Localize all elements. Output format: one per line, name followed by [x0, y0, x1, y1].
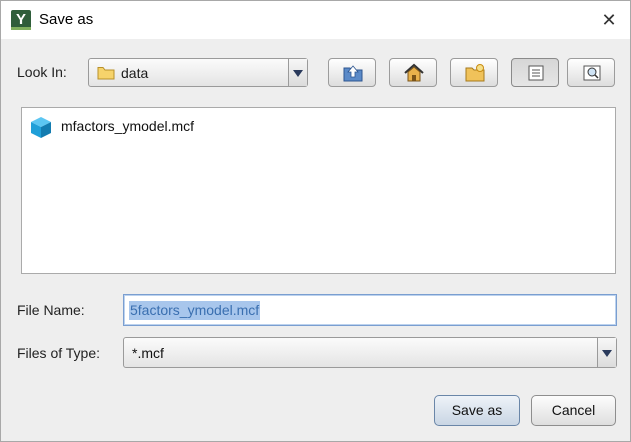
- cancel-button[interactable]: Cancel: [531, 395, 616, 426]
- file-list[interactable]: mfactors_ymodel.mcf: [21, 107, 616, 274]
- up-one-level-icon: [343, 65, 363, 82]
- dialog-title: Save as: [39, 11, 94, 28]
- file-type-value: *.mcf: [132, 344, 164, 361]
- list-view-icon: [528, 65, 544, 81]
- save-button[interactable]: Save as: [434, 395, 520, 426]
- look-in-label: Look In:: [17, 64, 67, 80]
- look-in-dropdown[interactable]: data: [88, 58, 308, 87]
- file-type-label: Files of Type:: [17, 345, 101, 361]
- chevron-down-icon[interactable]: [288, 59, 307, 86]
- file-name-field[interactable]: 5factors_ymodel.mcf: [123, 294, 617, 326]
- home-button[interactable]: [389, 58, 437, 87]
- file-type-dropdown[interactable]: *.mcf: [123, 337, 617, 368]
- list-view-button[interactable]: [511, 58, 559, 87]
- file-name-label: File Name:: [17, 302, 85, 318]
- details-view-icon: [583, 65, 601, 81]
- new-folder-icon: [465, 64, 485, 82]
- save-as-dialog: Y Save as ✕ Look In: data mfactors_ymode…: [0, 0, 631, 442]
- folder-icon: [97, 66, 115, 83]
- up-one-level-button[interactable]: [328, 58, 376, 87]
- new-folder-button[interactable]: [450, 58, 498, 87]
- details-view-button[interactable]: [567, 58, 615, 87]
- chevron-down-icon[interactable]: [597, 338, 616, 367]
- close-icon[interactable]: ✕: [597, 9, 621, 31]
- title-bar: Y Save as ✕: [1, 1, 630, 39]
- app-icon: Y: [11, 10, 31, 30]
- file-name: mfactors_ymodel.mcf: [61, 118, 195, 134]
- file-name-value: 5factors_ymodel.mcf: [129, 301, 261, 320]
- look-in-value: data: [121, 65, 149, 81]
- home-icon: [404, 63, 424, 82]
- cube-icon: [31, 117, 51, 138]
